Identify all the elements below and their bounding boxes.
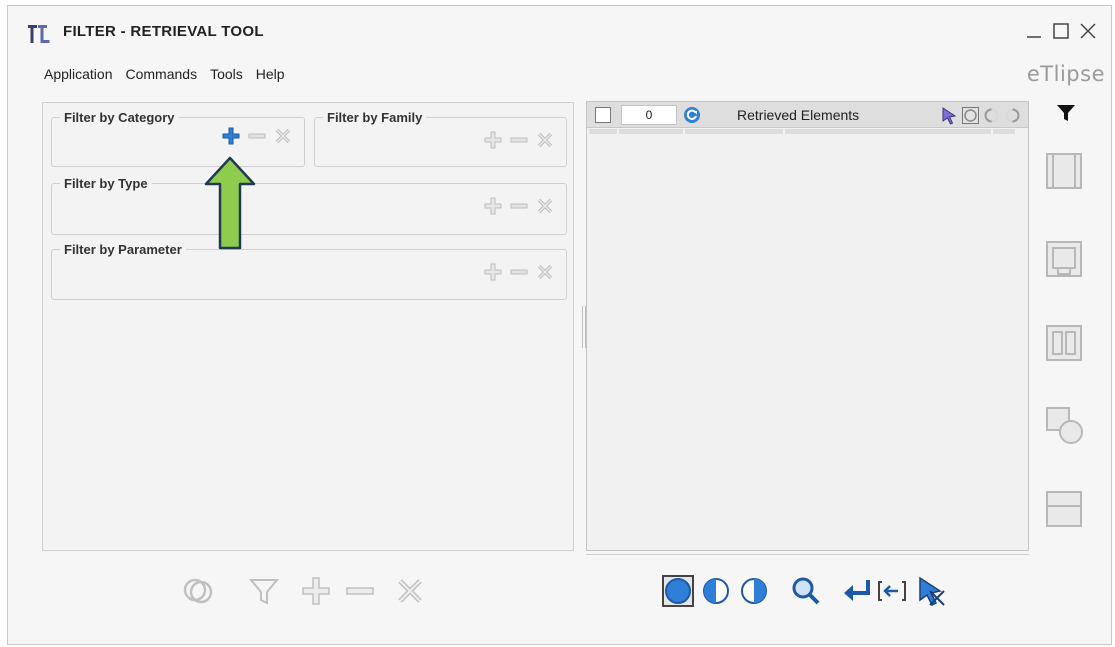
filter-type-label: Filter by Type [60,176,152,191]
retrieved-title: Retrieved Elements [737,107,860,123]
clear-family-x-icon[interactable] [534,130,556,150]
retrieved-elements-panel: 0 Retrieved Elements [586,101,1029,551]
column-header-strip [587,129,1028,135]
filter-parameter-label: Filter by Parameter [60,242,186,257]
bottom-minus-icon[interactable] [342,573,378,609]
rows-layout-icon[interactable] [1041,486,1087,532]
filters-panel: Filter by Category Filter by Family Filt… [42,102,574,551]
bottom-x-icon[interactable] [392,573,428,609]
intersect-rings-icon[interactable] [180,573,216,609]
magnifier-icon[interactable] [788,573,824,609]
select-back-icon[interactable] [874,573,910,609]
close-icon[interactable] [1077,20,1099,42]
filter-outline-icon[interactable] [246,573,282,609]
element-count-field[interactable]: 0 [621,105,677,125]
refresh-icon[interactable] [683,106,701,124]
remove-type-minus-icon[interactable] [508,196,530,216]
add-parameter-plus-icon[interactable] [482,262,504,282]
minimize-icon[interactable] [1023,20,1045,42]
clear-category-x-icon[interactable] [272,126,294,146]
retrieved-panel-footer-line [586,554,1029,555]
filter-family-label: Filter by Family [323,110,427,125]
select-all-checkbox[interactable] [595,107,611,123]
app-logo-icon [26,22,52,48]
clear-type-x-icon[interactable] [534,196,556,216]
add-category-plus-icon[interactable] [220,126,242,146]
filter-category-label: Filter by Category [60,110,179,125]
cursor-clear-icon[interactable] [912,573,948,609]
filter-family-group: Filter by Family [314,110,567,167]
split-columns-icon[interactable] [1041,320,1087,366]
clear-parameter-x-icon[interactable] [534,262,556,282]
half-left-circle-icon[interactable] [698,573,734,609]
retrieved-header: 0 Retrieved Elements [587,102,1028,128]
remove-category-minus-icon[interactable] [246,126,268,146]
maximize-icon[interactable] [1050,20,1072,42]
select-circle-filled-icon[interactable] [660,573,696,609]
menu-bar: Application Commands Tools Help [44,66,298,82]
menu-commands[interactable]: Commands [126,66,198,82]
funnel-icon[interactable] [1055,102,1077,124]
add-type-plus-icon[interactable] [482,196,504,216]
half-right-circle-icon[interactable] [736,573,772,609]
remove-parameter-minus-icon[interactable] [508,262,530,282]
select-all-rings-icon[interactable] [961,106,980,125]
shape-overlap-icon[interactable] [1041,402,1087,448]
inset-frame-icon[interactable] [1041,236,1087,282]
menu-application[interactable]: Application [44,66,113,82]
add-family-plus-icon[interactable] [482,130,504,150]
brand-logo: eTlipse [1026,62,1105,86]
remove-family-minus-icon[interactable] [508,130,530,150]
bottom-plus-icon[interactable] [298,573,334,609]
callout-arrow [204,156,256,251]
enter-arrow-icon[interactable] [840,573,876,609]
cursor-select-icon[interactable] [940,106,959,125]
columns-layout-icon[interactable] [1041,148,1087,194]
main-window: FILTER - RETRIEVAL TOOL Application Comm… [7,5,1112,645]
menu-tools[interactable]: Tools [210,66,243,82]
title-bar: FILTER - RETRIEVAL TOOL [8,6,1111,58]
filter-parameter-group: Filter by Parameter [51,242,567,300]
filter-category-group: Filter by Category [51,110,305,167]
invert-selection-icon[interactable] [982,106,1001,125]
filter-type-group: Filter by Type [51,176,567,235]
window-title: FILTER - RETRIEVAL TOOL [63,23,264,40]
menu-help[interactable]: Help [256,66,285,82]
half-selection-icon[interactable] [1003,106,1022,125]
